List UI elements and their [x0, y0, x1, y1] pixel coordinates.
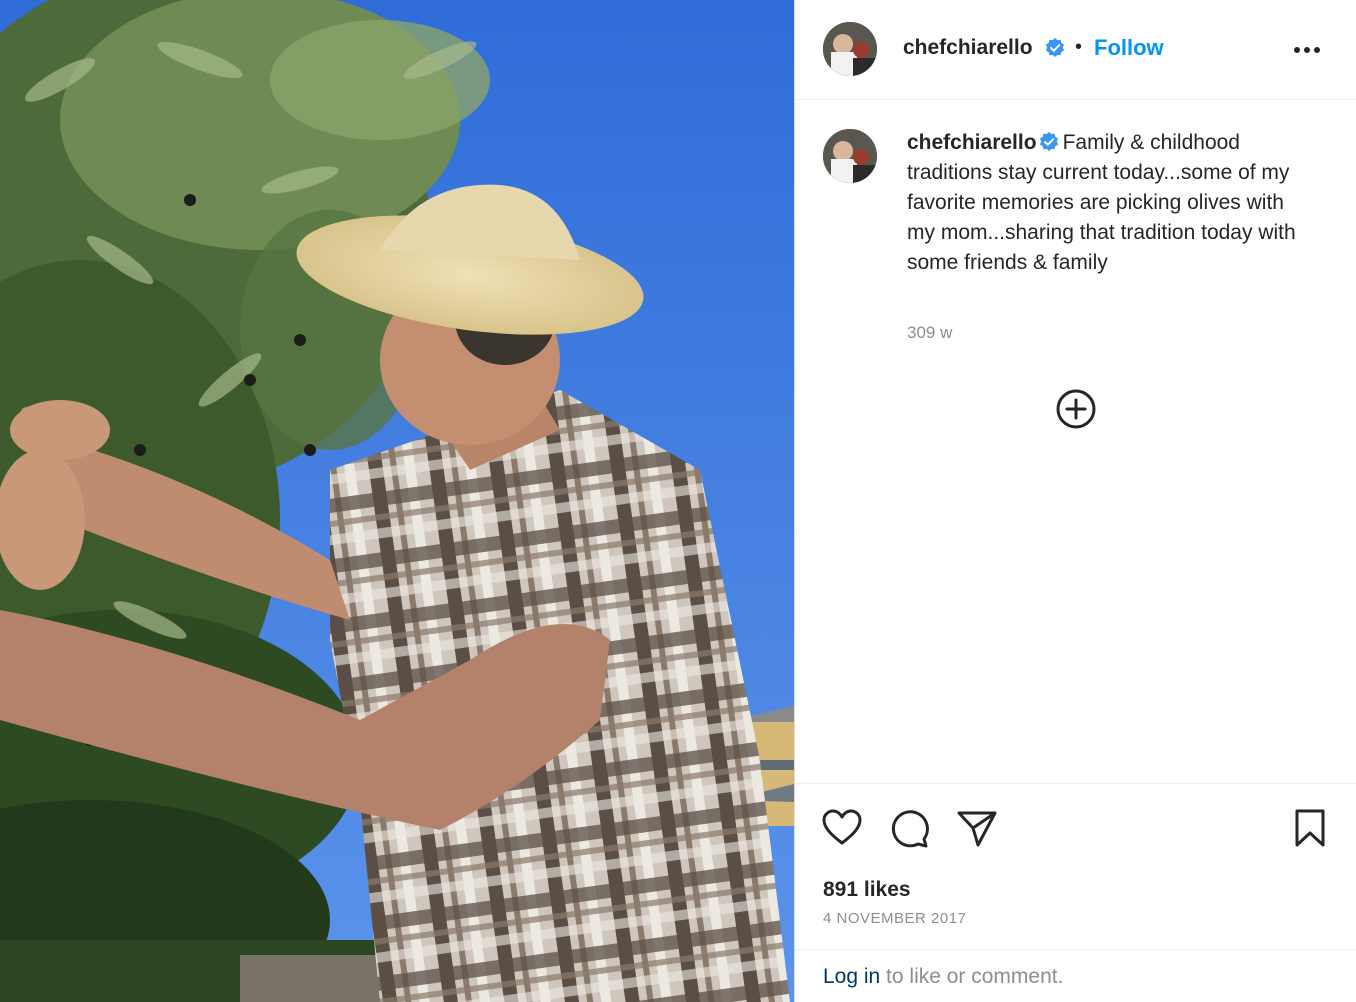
post-date: 4 NOVEMBER 2017: [823, 910, 967, 927]
avatar[interactable]: [823, 129, 877, 183]
separator-dot: •: [1075, 36, 1083, 58]
heart-icon[interactable]: [820, 806, 864, 850]
avatar[interactable]: [823, 22, 877, 76]
follow-button[interactable]: Follow: [1094, 35, 1164, 61]
username[interactable]: chefchiarello: [903, 36, 1033, 60]
post-time-ago[interactable]: 309 w: [907, 323, 952, 343]
login-prompt: Log in to like or comment.: [795, 949, 1356, 1002]
bookmark-icon[interactable]: [1288, 806, 1332, 850]
login-link[interactable]: Log in: [823, 965, 880, 988]
post-side-panel: chefchiarello • Follow chefchiarello Fam…: [794, 0, 1356, 1002]
comment-icon[interactable]: [887, 806, 931, 850]
post-header: chefchiarello • Follow: [795, 0, 1356, 100]
send-icon[interactable]: [955, 806, 999, 850]
caption-section: chefchiarello Family & childhood traditi…: [795, 101, 1356, 781]
post-photo: [0, 0, 794, 1002]
post-caption: chefchiarello Family & childhood traditi…: [907, 128, 1317, 278]
login-prompt-text: Log in to like or comment.: [823, 965, 1063, 989]
post-actions: 891 likes 4 NOVEMBER 2017: [795, 783, 1356, 949]
verified-badge-icon: [1045, 38, 1065, 58]
verified-badge-icon: [1039, 131, 1059, 151]
likes-count[interactable]: 891 likes: [823, 878, 911, 902]
more-options-icon[interactable]: [1285, 30, 1329, 70]
add-circle-icon[interactable]: [1054, 387, 1098, 431]
login-prompt-rest: to like or comment.: [880, 965, 1064, 988]
caption-username[interactable]: chefchiarello: [907, 131, 1037, 154]
